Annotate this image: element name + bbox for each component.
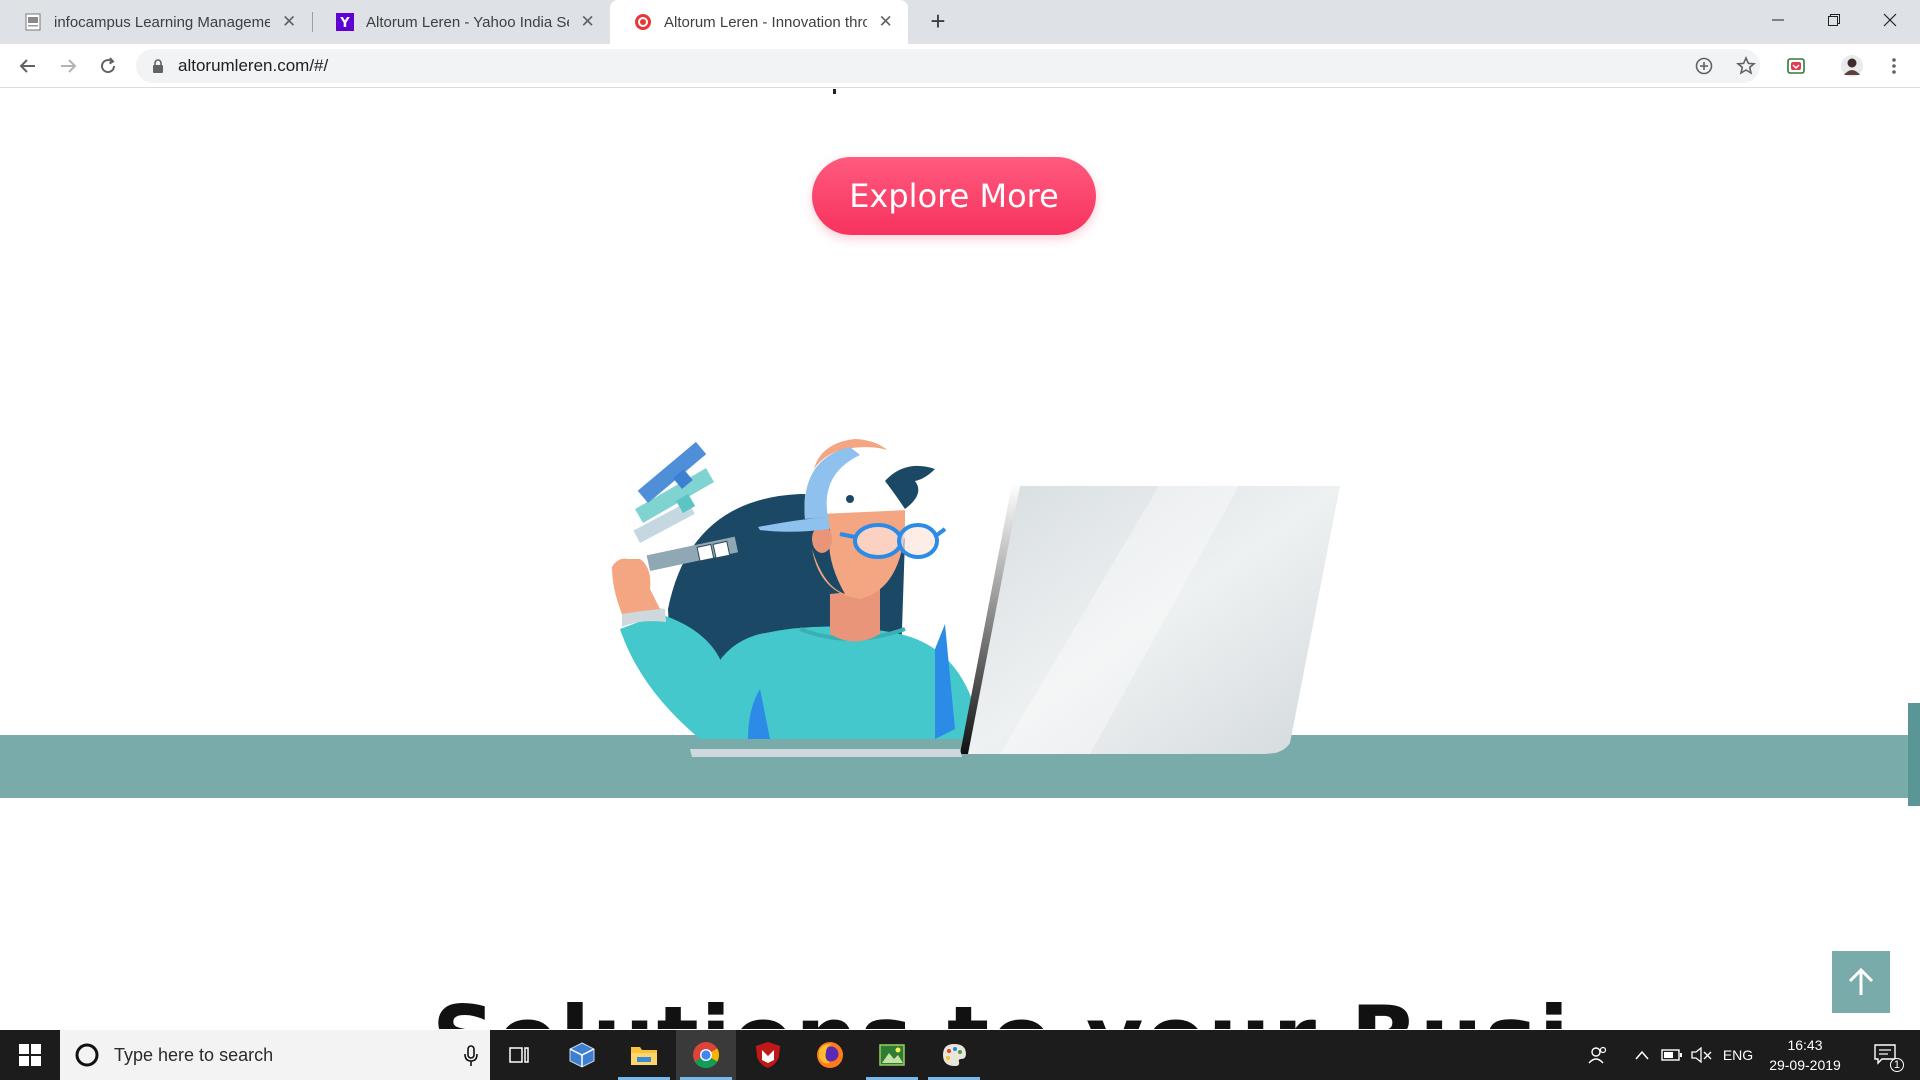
notification-count-badge: 1	[1889, 1058, 1904, 1072]
firefox-icon	[817, 1042, 843, 1068]
task-view-icon	[509, 1047, 529, 1063]
clock-date: 29-09-2019	[1769, 1057, 1841, 1073]
paint-palette-icon	[943, 1044, 966, 1066]
minimize-icon	[1772, 19, 1784, 21]
tab-altorum-leren[interactable]: Altorum Leren - Innovation throu ✕	[610, 0, 908, 44]
clock-time: 16:43	[1787, 1037, 1823, 1053]
reload-icon	[101, 57, 116, 74]
tab-title: Altorum Leren - Innovation throu	[664, 13, 868, 31]
close-tab-icon[interactable]: ✕	[579, 12, 596, 32]
extension-button[interactable]	[1780, 50, 1812, 82]
restore-icon	[1828, 14, 1840, 26]
address-bar[interactable]: altorumleren.com/#/	[136, 49, 1760, 83]
battery-icon	[1661, 1049, 1682, 1061]
document-favicon-icon	[24, 13, 42, 31]
taskbar-file-explorer[interactable]	[614, 1030, 674, 1080]
action-center-button[interactable]: 1	[1862, 1030, 1910, 1080]
cortana-icon	[75, 1043, 99, 1067]
web-page-content: Explore More	[0, 89, 1920, 1029]
close-tab-icon[interactable]: ✕	[877, 12, 894, 32]
taskbar-search-input[interactable]: Type here to search	[60, 1030, 490, 1080]
task-view-button[interactable]	[490, 1030, 550, 1080]
bookmark-button[interactable]	[1730, 50, 1762, 82]
input-language-button[interactable]: ENG	[1718, 1030, 1758, 1080]
new-tab-button[interactable]: +	[922, 6, 954, 38]
cap-button	[846, 495, 854, 503]
windows-logo-icon	[19, 1044, 41, 1066]
tab-title: infocampus Learning Manageme	[54, 13, 271, 31]
back-button[interactable]	[12, 50, 44, 82]
taskbar-firefox[interactable]	[800, 1030, 860, 1080]
chrome-icon	[693, 1042, 720, 1069]
taskbar-image-viewer[interactable]	[862, 1030, 922, 1080]
close-tab-icon[interactable]: ✕	[280, 12, 298, 32]
microphone-icon[interactable]	[464, 1045, 478, 1067]
plus-circle-icon	[1695, 57, 1713, 75]
battery-button[interactable]	[1658, 1030, 1686, 1080]
svg-text:Y: Y	[339, 16, 350, 31]
altorum-favicon-icon	[634, 13, 652, 31]
arrow-up-icon	[1848, 967, 1874, 995]
avatar	[1841, 55, 1863, 77]
tab-strip: infocampus Learning Manageme ✕ Y Altorum…	[0, 0, 1920, 44]
mcafee-shield-icon	[756, 1042, 780, 1068]
arrow-right-icon	[61, 59, 77, 73]
reload-button[interactable]	[92, 50, 124, 82]
show-hidden-icons-button[interactable]	[1628, 1030, 1656, 1080]
chrome-menu-button[interactable]	[1878, 50, 1910, 82]
more-vertical-icon	[1892, 58, 1896, 74]
volume-button[interactable]	[1688, 1030, 1716, 1080]
volume-muted-icon	[1691, 1047, 1712, 1063]
profile-button[interactable]	[1836, 50, 1868, 82]
taskbar-paint[interactable]	[924, 1030, 984, 1080]
start-button[interactable]	[0, 1030, 60, 1080]
minimize-window-button[interactable]	[1750, 0, 1806, 40]
address-url: altorumleren.com/#/	[178, 56, 329, 75]
designer-illustration	[612, 439, 1340, 757]
windows-taskbar: Type here to search ENG 16:43 29-09-2019	[0, 1030, 1920, 1080]
close-window-button[interactable]	[1862, 0, 1918, 40]
search-placeholder: Type here to search	[114, 1044, 274, 1065]
browser-toolbar: altorumleren.com/#/	[0, 44, 1920, 88]
restore-window-button[interactable]	[1806, 0, 1862, 40]
chevron-up-icon	[1635, 1050, 1649, 1060]
tab-title: Altorum Leren - Yahoo India Sear	[366, 13, 570, 31]
photos-app-icon	[879, 1044, 905, 1066]
system-clock[interactable]: 16:43 29-09-2019	[1760, 1035, 1850, 1075]
taskbar-virtualbox[interactable]	[552, 1030, 612, 1080]
yahoo-favicon-icon: Y	[336, 13, 354, 31]
close-icon	[1883, 13, 1897, 27]
tab-infocampus[interactable]: infocampus Learning Manageme ✕	[0, 0, 312, 44]
folder-icon	[631, 1047, 657, 1065]
install-app-button[interactable]	[1688, 50, 1720, 82]
people-button[interactable]	[1580, 1030, 1616, 1080]
taskbar-chrome[interactable]	[676, 1030, 736, 1080]
star-icon	[1736, 56, 1756, 75]
back-to-top-button[interactable]	[1832, 951, 1890, 1013]
virtualbox-icon	[569, 1042, 595, 1068]
tab-yahoo-search[interactable]: Y Altorum Leren - Yahoo India Sear ✕	[312, 0, 610, 44]
color-swatches	[633, 441, 739, 571]
taskbar-mcafee[interactable]	[738, 1030, 798, 1080]
laptop-base	[690, 749, 962, 757]
section-heading: Solutions to your Busi	[432, 987, 1571, 1029]
people-icon	[1588, 1046, 1607, 1064]
arrow-left-icon	[19, 59, 35, 73]
lock-icon	[153, 59, 163, 73]
pocket-extension-icon	[1787, 58, 1805, 74]
forward-button[interactable]	[52, 50, 84, 82]
